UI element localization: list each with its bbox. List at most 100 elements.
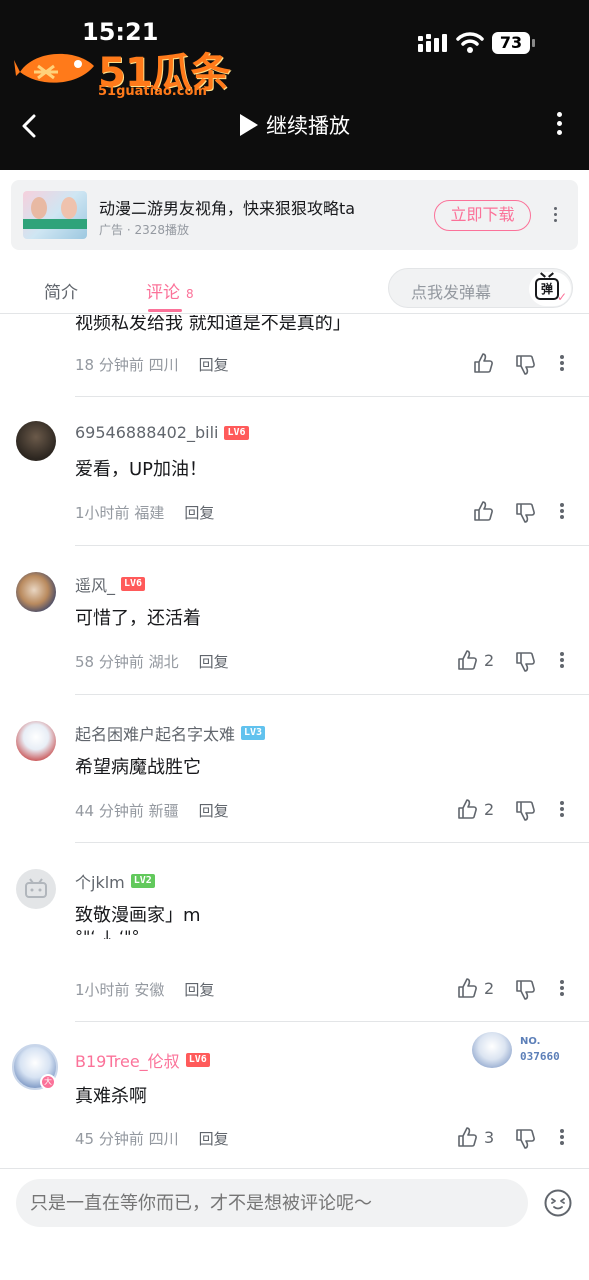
comment-more-icon[interactable] bbox=[558, 650, 566, 674]
like-icon[interactable] bbox=[472, 500, 494, 522]
comment-item: 视频私发给我 就知道是不是真的」 18 分钟前 四川 回复 bbox=[0, 315, 589, 397]
comment-item: 69546888402_bili LV6 爱看，UP加油！ 1小时前 福建 回复 bbox=[0, 397, 589, 546]
comment-meta: 1小时前 福建 回复 bbox=[75, 502, 214, 523]
comment-item: 遥风_ LV6 可惜了，还活着 58 分钟前 湖北 回复 2 bbox=[0, 546, 589, 695]
comment-time: 58 分钟前 bbox=[75, 653, 144, 671]
play-icon bbox=[240, 114, 258, 136]
back-arrow-icon[interactable] bbox=[14, 106, 46, 146]
like-button[interactable]: 3 bbox=[456, 1126, 494, 1148]
level-badge: LV6 bbox=[224, 425, 249, 440]
fan-badge: NO. 037660 bbox=[472, 1028, 572, 1072]
tab-bar: 简介 评论 8 点我发弹幕 弹 ✓ bbox=[0, 262, 589, 314]
battery-indicator: 73 bbox=[492, 32, 530, 54]
like-button[interactable]: 2 bbox=[456, 798, 494, 820]
like-count: 2 bbox=[484, 978, 495, 998]
wifi-icon bbox=[456, 32, 484, 53]
comment-meta: 45 分钟前 四川 回复 bbox=[75, 1128, 229, 1149]
avatar[interactable] bbox=[16, 869, 56, 909]
comment-list: 视频私发给我 就知道是不是真的」 18 分钟前 四川 回复 69546888402… bbox=[0, 315, 589, 1177]
like-icon bbox=[458, 650, 477, 670]
comment-location: 福建 bbox=[134, 504, 165, 522]
tab-comments-count: 8 bbox=[186, 287, 194, 301]
comment-time: 1小时前 bbox=[75, 504, 130, 522]
fan-badge-avatar bbox=[472, 1032, 512, 1068]
comment-location: 四川 bbox=[148, 1130, 179, 1148]
fan-badge-number: 037660 bbox=[520, 1050, 560, 1063]
ad-thumbnail bbox=[23, 191, 87, 239]
avatar-badge: 大 bbox=[40, 1074, 56, 1090]
ad-meta: 广告 · 2328播放 bbox=[99, 223, 189, 237]
comment-input[interactable] bbox=[16, 1179, 528, 1227]
reply-button[interactable]: 回复 bbox=[199, 1130, 229, 1148]
comment-more-icon[interactable] bbox=[558, 1127, 566, 1151]
comment-username[interactable]: B19Tree_伦叔 LV6 bbox=[75, 1048, 210, 1072]
more-options-icon[interactable] bbox=[548, 108, 570, 148]
battery-tip bbox=[532, 39, 535, 47]
tab-comments[interactable]: 评论 8 bbox=[146, 278, 194, 303]
comment-more-icon[interactable] bbox=[558, 978, 566, 1002]
dislike-icon[interactable] bbox=[514, 354, 536, 376]
comment-time: 1小时前 bbox=[75, 981, 130, 999]
danmaku-placeholder: 点我发弹幕 bbox=[411, 283, 492, 302]
danmaku-input[interactable]: 点我发弹幕 弹 ✓ bbox=[388, 268, 573, 308]
emoji-icon[interactable] bbox=[543, 1188, 573, 1218]
tab-comments-label: 评论 bbox=[146, 283, 180, 303]
comment-text: 致敬漫画家」m bbox=[75, 905, 201, 926]
top-bar: 15:21 73 51瓜条 51guatiao.com 继续播放 bbox=[0, 0, 589, 170]
status-bar: 15:21 73 51瓜条 51guatiao.com bbox=[0, 0, 589, 99]
reply-button[interactable]: 回复 bbox=[184, 504, 214, 522]
ad-download-button[interactable]: 立即下载 bbox=[434, 200, 531, 231]
ad-card[interactable]: 动漫二游男友视角，快来狠狠攻略ta 广告 · 2328播放 立即下载 bbox=[11, 180, 578, 250]
avatar[interactable] bbox=[16, 421, 56, 461]
reply-button[interactable]: 回复 bbox=[199, 802, 229, 820]
comment-username[interactable]: 起名困难户起名字太难 LV3 bbox=[75, 721, 266, 745]
dislike-icon[interactable] bbox=[514, 1128, 536, 1150]
comment-username[interactable]: 个jklm LV2 bbox=[75, 869, 155, 893]
dislike-icon[interactable] bbox=[514, 800, 536, 822]
avatar[interactable] bbox=[16, 721, 56, 761]
comment-text-line2: °"‘ ↓ ‘"° bbox=[75, 927, 140, 939]
reply-button[interactable]: 回复 bbox=[184, 981, 214, 999]
danmaku-toggle-button[interactable]: 弹 ✓ bbox=[529, 272, 571, 306]
comment-time: 44 分钟前 bbox=[75, 802, 144, 820]
danmaku-icon: 弹 bbox=[535, 278, 559, 300]
comment-location: 安徽 bbox=[134, 981, 165, 999]
cellular-signal-icon bbox=[418, 34, 447, 52]
default-avatar-icon bbox=[25, 878, 47, 898]
continue-playing-label: 继续播放 bbox=[266, 114, 350, 138]
fan-badge-label: NO. bbox=[520, 1036, 541, 1047]
active-tab-indicator bbox=[148, 309, 182, 312]
dislike-icon[interactable] bbox=[514, 979, 536, 1001]
like-button[interactable]: 2 bbox=[456, 649, 494, 671]
level-badge: LV6 bbox=[185, 1053, 210, 1067]
comment-username[interactable]: 遥风_ LV6 bbox=[75, 572, 146, 596]
comment-text: 视频私发给我 就知道是不是真的」 bbox=[75, 315, 351, 334]
username-text: 遥风_ bbox=[75, 576, 116, 595]
reply-button[interactable]: 回复 bbox=[199, 653, 229, 671]
continue-playing-button[interactable]: 继续播放 bbox=[240, 110, 350, 140]
video-nav-bar: 继续播放 bbox=[0, 96, 589, 160]
ad-more-icon[interactable] bbox=[551, 204, 559, 228]
comment-more-icon[interactable] bbox=[558, 799, 566, 823]
like-icon[interactable] bbox=[472, 352, 494, 374]
comment-meta: 18 分钟前 四川 回复 bbox=[75, 354, 229, 375]
danmaku-check-icon: ✓ bbox=[557, 290, 568, 304]
like-count: 2 bbox=[484, 799, 495, 819]
comment-text: 爱看，UP加油！ bbox=[75, 459, 208, 480]
level-badge: LV3 bbox=[241, 726, 266, 740]
comment-more-icon[interactable] bbox=[558, 501, 566, 525]
like-button[interactable]: 2 bbox=[456, 977, 494, 999]
like-icon bbox=[458, 1127, 477, 1147]
comment-time: 45 分钟前 bbox=[75, 1130, 144, 1148]
tab-intro[interactable]: 简介 bbox=[44, 278, 78, 303]
dislike-icon[interactable] bbox=[514, 651, 536, 673]
comment-username[interactable]: 69546888402_bili LV6 bbox=[75, 423, 249, 442]
avatar[interactable] bbox=[16, 572, 56, 612]
comment-meta: 44 分钟前 新疆 回复 bbox=[75, 800, 229, 821]
username-text: 起名困难户起名字太难 bbox=[75, 725, 236, 744]
comment-text: 希望病魔战胜它 bbox=[75, 757, 201, 778]
reply-button[interactable]: 回复 bbox=[199, 356, 229, 374]
dislike-icon[interactable] bbox=[514, 502, 536, 524]
level-badge: LV2 bbox=[130, 874, 155, 888]
comment-more-icon[interactable] bbox=[558, 353, 566, 377]
